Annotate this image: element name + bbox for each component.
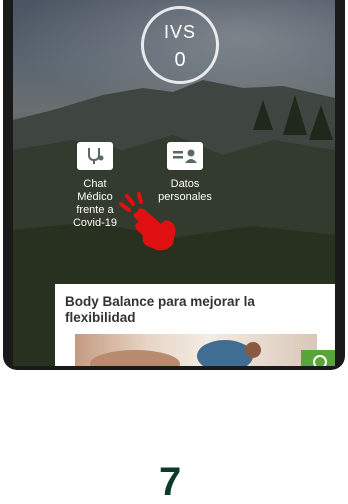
circle-icon	[313, 355, 327, 366]
article-photo	[75, 334, 317, 366]
ivs-score-circle[interactable]: IVS 0	[141, 6, 219, 84]
open-article-button[interactable]	[301, 350, 335, 366]
stethoscope-chat-icon	[77, 142, 113, 170]
chat-medico-shortcut[interactable]: Chat Médico frente a Covid-19	[65, 142, 125, 230]
step-number: 7	[159, 460, 182, 504]
ivs-label: IVS	[163, 22, 196, 42]
article-title: Body Balance para mejorar la flexibilida…	[65, 294, 255, 325]
chat-medico-label-line-4: Covid-19	[72, 217, 118, 229]
ivs-value: 0	[174, 49, 186, 71]
app-screen: IVS 0 Chat Médico frente a Covid-19 Dato…	[13, 0, 335, 366]
datos-label-line-1: Datos	[170, 178, 200, 190]
phone-frame: IVS 0 Chat Médico frente a Covid-19 Dato…	[3, 0, 345, 370]
chat-medico-label-line-1: Chat	[83, 178, 107, 190]
chat-medico-label-line-2: Médico	[77, 191, 113, 203]
tap-hand-pointer-icon	[119, 192, 176, 251]
chat-medico-label-line-3: frente a	[76, 204, 114, 216]
article-card[interactable]: Body Balance para mejorar la flexibilida…	[55, 284, 335, 366]
id-card-icon	[167, 142, 203, 170]
